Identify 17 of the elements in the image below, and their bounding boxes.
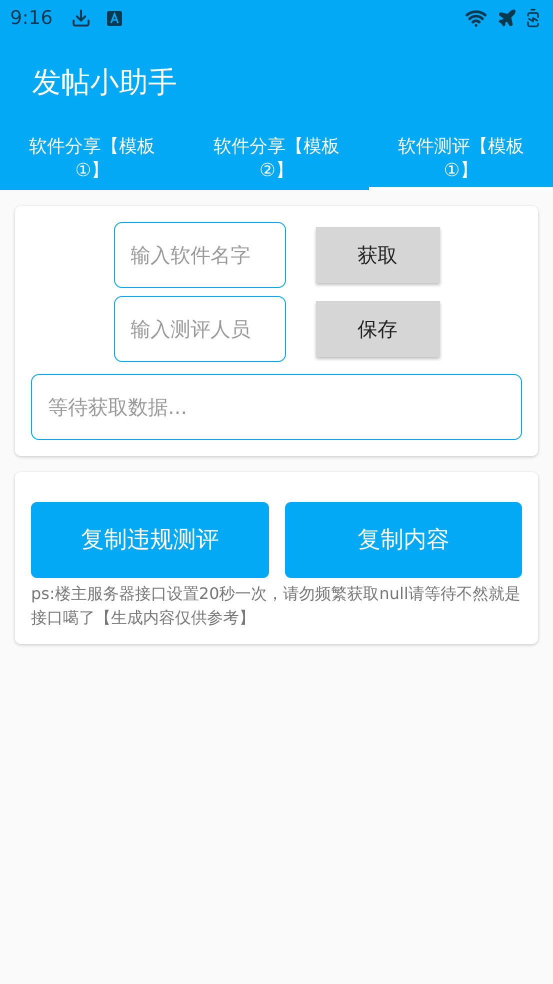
status-time: 9:16 bbox=[10, 6, 53, 31]
copy-button[interactable]: 复制内容 bbox=[284, 502, 522, 578]
tab[interactable]: 软件分享【模板②】 bbox=[184, 130, 369, 190]
airplane-icon bbox=[497, 8, 517, 28]
download-icon bbox=[70, 8, 91, 28]
copy-button[interactable]: 复制违规测评 bbox=[31, 502, 268, 578]
action-button[interactable]: 保存 bbox=[316, 301, 440, 357]
tab[interactable]: 软件分享【模板①】 bbox=[0, 130, 184, 190]
note-text: ps:楼主服务器接口设置20秒一次，请勿频繁获取null请等待不然就是接口噶了【生成内容仅供参考】 bbox=[31, 583, 522, 629]
tab[interactable]: 软件测评【模板①】 bbox=[368, 130, 553, 190]
output-field[interactable]: 等待获取数据... bbox=[31, 374, 522, 440]
input-field[interactable]: 输入软件名字 bbox=[114, 222, 286, 288]
action-button[interactable]: 获取 bbox=[316, 227, 440, 283]
notification-icon bbox=[106, 10, 122, 26]
wifi-icon bbox=[465, 7, 487, 29]
input-field[interactable]: 输入测评人员 bbox=[114, 296, 286, 362]
app-title: 发帖小助手 bbox=[32, 64, 177, 102]
